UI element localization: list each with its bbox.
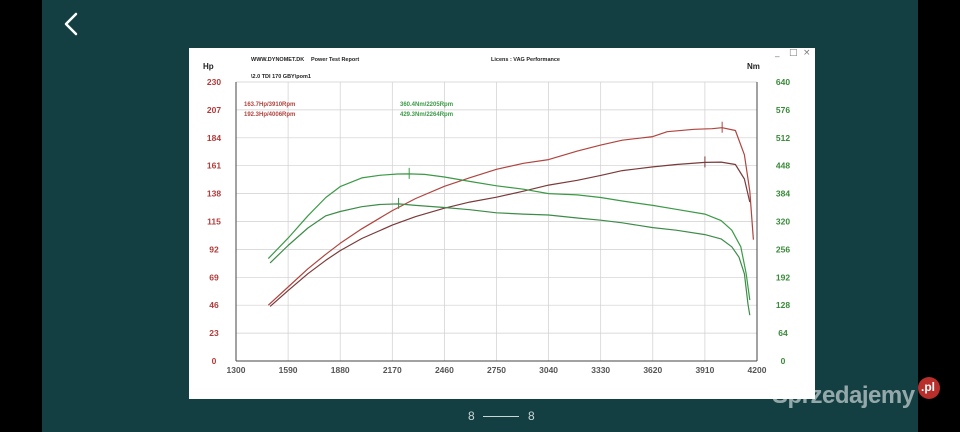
y-left-tick-label: 207 [207,105,221,115]
x-tick-label: 2460 [435,365,454,375]
x-tick-label: 2750 [487,365,506,375]
y-left-tick-label: 46 [209,300,219,310]
annotation-2: 192.3Hp/4006Rpm [244,112,295,118]
x-tick-label: 4200 [748,365,767,375]
y-right-tick-label: 320 [776,217,790,227]
annotation-1: 163.7Hp/3910Rpm [244,102,295,108]
annotation-3: 360.4Nm/2205Rpm [400,102,453,108]
pager: 8 8 [0,409,960,423]
y-left-tick-label: 161 [207,161,221,171]
x-tick-label: 1880 [331,365,350,375]
y-left-tick-label: 69 [209,272,219,282]
y-right-tick-label: 256 [776,244,790,254]
y-left-tick-label: 230 [207,77,221,87]
report-site: WWW.DYNOMET.DK [251,57,304,63]
annotation-4: 429.3Nm/2264Rpm [400,112,453,118]
y-right-tick-label: 128 [776,300,790,310]
y-left-tick-label: 115 [207,217,221,227]
grid [236,81,757,361]
watermark-brand: Sprzedajemy [772,382,915,409]
y-left-tick-label: 92 [209,244,219,254]
back-arrow-icon[interactable] [56,8,88,40]
y-left-tick-label: 184 [207,133,221,143]
report-title: Power Test Report [311,57,359,63]
y-right-tick-label: 448 [776,161,790,171]
x-tick-label: 3620 [643,365,662,375]
y-right-tick-label: 576 [776,105,790,115]
x-tick-label: 3040 [539,365,558,375]
minimize-icon[interactable]: _ [775,48,780,58]
y-right-tick-label: 0 [781,356,786,366]
x-tick-label: 3330 [591,365,610,375]
y-right-tick-label: 192 [776,272,790,282]
pager-current: 8 [468,409,475,423]
dyno-chart: WWW.DYNOMET.DK Power Test Report Licens … [203,57,790,375]
y-right-tick-label: 64 [778,328,788,338]
x-tick-label: 1590 [279,365,298,375]
tick-labels: 1300 1590 1880 2170 2460 2750 3040 3330 3620 3910… [207,77,790,375]
y-left-tick-label: 23 [209,328,219,338]
y-left-tick-label: 138 [207,189,221,199]
series-line-2 [269,161,751,307]
y-left-tick-label: 0 [212,356,217,366]
run-name: \2.0 TDI 170 GBY\pom1 [251,74,311,80]
x-tick-label: 3910 [695,365,714,375]
close-icon[interactable]: × [803,48,811,58]
dyno-report-sheet: _ □ × WWW.DYNOMET.DK Power Test Report L… [189,48,815,399]
report-licence: Licens : VAG Performance [491,57,560,63]
series-line-4 [269,203,751,316]
y-right-tick-label: 384 [776,189,790,199]
y-right-tick-label: 640 [776,77,790,87]
x-tick-label: 1300 [227,365,246,375]
x-tick-label: 2170 [383,365,402,375]
y-left-axis-label: Hp [203,62,214,71]
maximize-icon[interactable]: □ [789,48,798,58]
pager-divider [483,416,519,417]
pager-total: 8 [528,409,535,423]
watermark-suffix: .pl [921,380,935,394]
y-right-axis-label: Nm [747,62,760,71]
y-right-tick-label: 512 [776,133,790,143]
series-line-1 [267,127,754,306]
